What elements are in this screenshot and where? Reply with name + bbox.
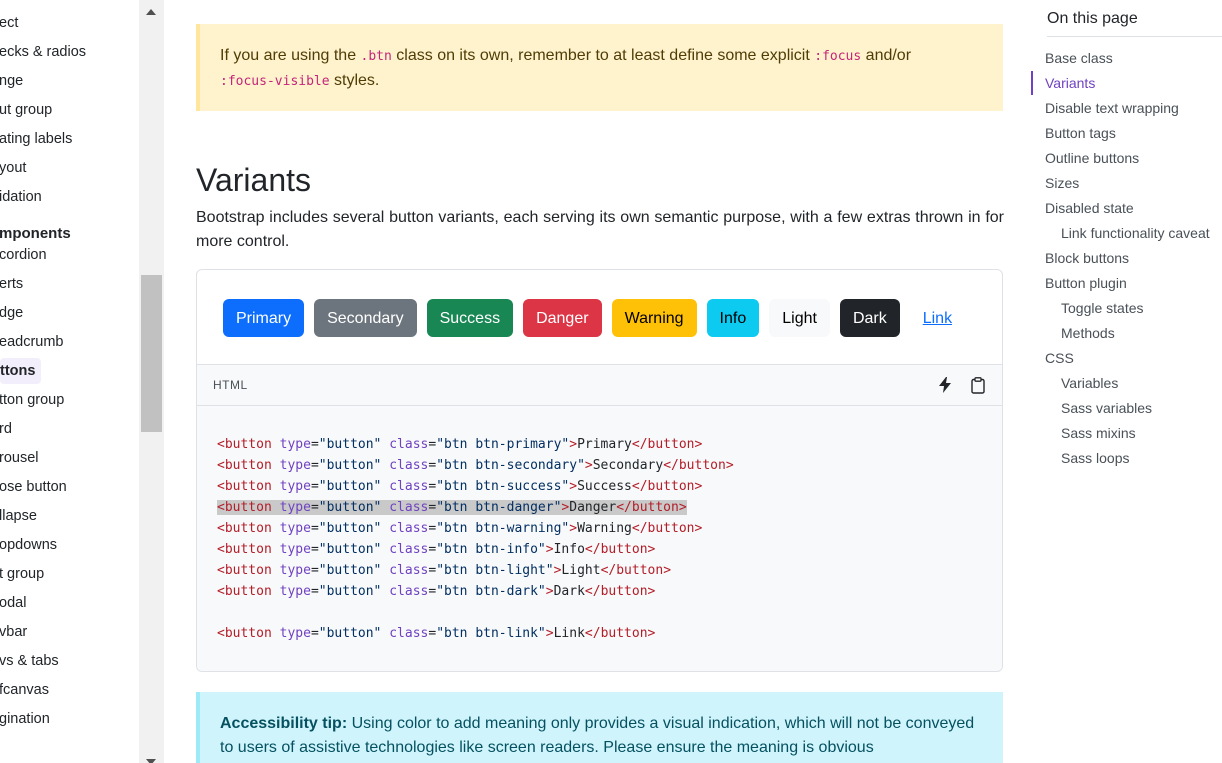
code-line: <button type="button" class="btn btn-suc… xyxy=(217,479,703,494)
toc-link[interactable]: Sass variables xyxy=(1061,398,1152,418)
sidebar-item[interactable]: rousel xyxy=(0,448,39,468)
toc-link[interactable]: CSS xyxy=(1045,348,1074,368)
callout-text: If you are using the xyxy=(220,47,361,64)
inline-code: .btn xyxy=(360,49,392,64)
sidebar-item[interactable]: vs & tabs xyxy=(0,651,59,671)
sidebar-item[interactable]: opdowns xyxy=(0,535,57,555)
focus-warning-callout: If you are using the .btn class on its o… xyxy=(196,24,1003,111)
toc-link[interactable]: Base class xyxy=(1045,48,1113,68)
code-line: <button type="button" class="btn btn-pri… xyxy=(217,437,703,452)
toc-link[interactable]: Variables xyxy=(1061,373,1118,393)
sidebar-item[interactable]: idation xyxy=(0,187,42,207)
sidebar-item[interactable]: nge xyxy=(0,71,23,91)
code-line: <button type="button" class="btn btn-inf… xyxy=(217,542,656,557)
callout-text: and/or xyxy=(861,47,912,64)
toc-link[interactable]: Link functionality caveat xyxy=(1061,223,1210,243)
code-line: <button type="button" class="btn btn-lig… xyxy=(217,563,672,578)
toc-title: On this page xyxy=(1047,10,1138,27)
toc-link[interactable]: Variants xyxy=(1045,73,1095,93)
sidebar-item[interactable]: vbar xyxy=(0,622,27,642)
sidebar-item[interactable]: eadcrumb xyxy=(0,332,63,352)
primary-button[interactable]: Primary xyxy=(223,299,305,337)
callout-text: styles. xyxy=(329,72,380,89)
info-button[interactable]: Info xyxy=(706,299,760,337)
link-button[interactable]: Link xyxy=(910,299,965,337)
sidebar-item[interactable]: odal xyxy=(0,593,26,613)
sidebar-item[interactable]: tton group xyxy=(0,390,64,410)
example-box: Primary Secondary Success Danger Warning Info… xyxy=(196,269,1003,672)
sidebar-item[interactable]: ecks & radios xyxy=(0,42,86,62)
accessibility-tip-callout: Accessibility tip: Using color to add me… xyxy=(196,692,1003,763)
sidebar-item[interactable]: fcanvas xyxy=(0,680,49,700)
sidebar-item[interactable]: ttons xyxy=(0,358,42,384)
lightning-icon[interactable] xyxy=(935,375,955,395)
clipboard-icon[interactable] xyxy=(968,375,988,395)
sidebar-item[interactable]: ut group xyxy=(0,100,52,120)
light-button[interactable]: Light xyxy=(769,299,830,337)
sidebar-item[interactable]: ose button xyxy=(0,477,67,497)
toc-link[interactable]: Toggle states xyxy=(1061,298,1144,318)
sidebar-item[interactable]: yout xyxy=(0,158,26,178)
code-line: <button type="button" class="btn btn-dar… xyxy=(217,584,656,599)
code-line: <button type="button" class="btn btn-war… xyxy=(217,521,703,536)
scroll-down-icon[interactable] xyxy=(146,759,156,763)
sidebar-item[interactable]: t group xyxy=(0,564,44,584)
sidebar-item[interactable]: rd xyxy=(0,419,12,439)
sidebar-item[interactable]: ect xyxy=(0,13,18,33)
section-title: Variants xyxy=(196,162,312,198)
inline-code: :focus xyxy=(814,49,862,64)
toc-link[interactable]: Outline buttons xyxy=(1045,148,1139,168)
toc-active-indicator xyxy=(1031,71,1033,95)
docs-sidebar: ect ecks & radios nge ut group ating labels y… xyxy=(0,0,139,763)
inline-code: :focus-visible xyxy=(220,74,330,89)
toc-link[interactable]: Disabled state xyxy=(1045,198,1134,218)
toc-divider xyxy=(1047,36,1222,37)
success-button[interactable]: Success xyxy=(426,299,514,337)
sidebar-item[interactable]: ating labels xyxy=(0,129,72,149)
table-of-contents: On this page Base class Variants Disable t… xyxy=(1031,0,1222,763)
warning-button[interactable]: Warning xyxy=(611,299,697,337)
section-lead: Bootstrap includes several button varian… xyxy=(196,209,1004,250)
sidebar-scrollbar[interactable] xyxy=(139,0,164,763)
toc-link[interactable]: Sass loops xyxy=(1061,448,1129,468)
button-example-row: Primary Secondary Success Danger Warning Info… xyxy=(223,299,965,337)
sidebar-item[interactable]: gination xyxy=(0,709,50,729)
toc-link[interactable]: Disable text wrapping xyxy=(1045,98,1179,118)
scroll-up-icon[interactable] xyxy=(146,9,156,15)
sidebar-item[interactable]: cordion xyxy=(0,245,47,265)
toc-link[interactable]: Block buttons xyxy=(1045,248,1129,268)
code-toolbar: HTML xyxy=(197,364,1002,406)
sidebar-heading: mponents xyxy=(0,225,71,242)
danger-button[interactable]: Danger xyxy=(523,299,602,337)
code-snippet: <button type="button" class="btn btn-pri… xyxy=(197,406,1002,671)
sidebar-item[interactable]: dge xyxy=(0,303,23,323)
toc-link[interactable]: Sizes xyxy=(1045,173,1079,193)
toc-link[interactable]: Sass mixins xyxy=(1061,423,1136,443)
callout-text: class on its own, remember to at least d… xyxy=(391,47,815,64)
toc-link[interactable]: Button tags xyxy=(1045,123,1116,143)
callout-strong: Accessibility tip: xyxy=(220,715,348,732)
secondary-button[interactable]: Secondary xyxy=(314,299,417,337)
toc-link[interactable]: Methods xyxy=(1061,323,1115,343)
toc-link[interactable]: Button plugin xyxy=(1045,273,1127,293)
code-line: <button type="button" class="btn btn-sec… xyxy=(217,458,734,473)
sidebar-item[interactable]: llapse xyxy=(0,506,37,526)
sidebar-item[interactable]: erts xyxy=(0,274,23,294)
code-line: <button type="button" class="btn btn-lin… xyxy=(217,626,656,641)
scrollbar-thumb[interactable] xyxy=(141,275,162,432)
code-line: <button type="button" class="btn btn-dan… xyxy=(217,500,687,515)
dark-button[interactable]: Dark xyxy=(839,299,900,337)
code-language-label: HTML xyxy=(213,378,248,392)
